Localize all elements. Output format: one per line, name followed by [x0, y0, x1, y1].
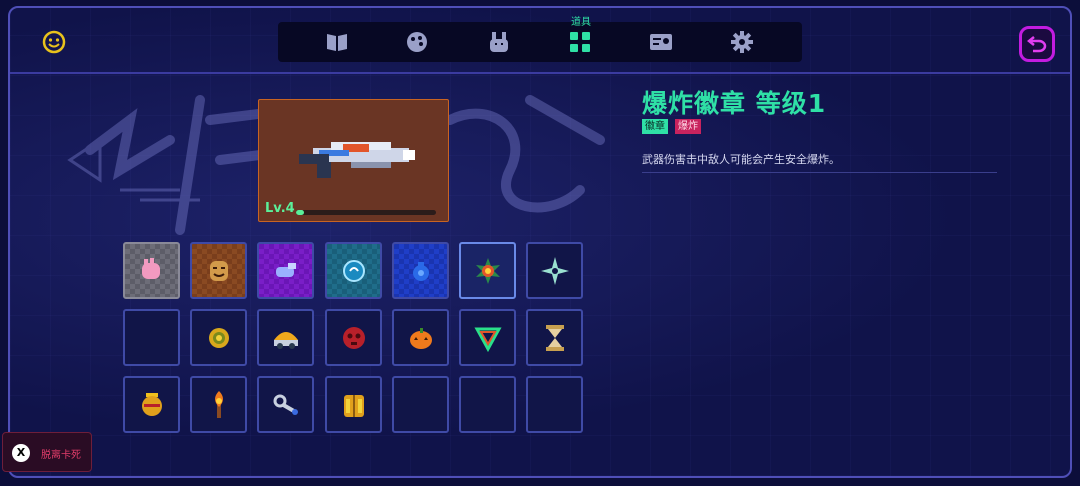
- weapon-level: Lv.4: [265, 201, 295, 216]
- close-icon[interactable]: X: [12, 444, 30, 462]
- description-divider: [642, 172, 997, 173]
- item-slot[interactable]: [392, 309, 449, 366]
- item-slot[interactable]: [459, 242, 516, 299]
- tab-book[interactable]: [317, 22, 357, 62]
- unstuck-label: 脱离卡死: [41, 450, 81, 461]
- red-skull-icon: [342, 326, 365, 349]
- level-progress-fill: [296, 210, 305, 215]
- item-slot[interactable]: [526, 309, 583, 366]
- gloves-icon: [141, 257, 160, 279]
- item-slot[interactable]: [325, 376, 382, 433]
- header-divider: [10, 72, 1070, 74]
- item-slot[interactable]: [526, 242, 583, 299]
- empty-item-slot[interactable]: [526, 376, 583, 433]
- whistle-icon: [275, 262, 296, 277]
- item-slot[interactable]: [325, 309, 382, 366]
- empty-item-slot[interactable]: [123, 309, 180, 366]
- unstuck-button[interactable]: X 脱离卡死: [2, 432, 92, 472]
- torch-icon: [214, 390, 223, 418]
- helmet-icon: [273, 331, 298, 349]
- grid-icon: [570, 32, 590, 52]
- weapon-card[interactable]: Lv.4: [258, 99, 449, 222]
- item-slot[interactable]: [257, 309, 314, 366]
- item-slot[interactable]: [123, 376, 180, 433]
- weapon-gun-image: [299, 142, 415, 178]
- item-slot[interactable]: [190, 309, 247, 366]
- back-arrow-icon: [1027, 36, 1047, 53]
- pumpkin-icon: [409, 327, 432, 349]
- tab-profile[interactable]: [641, 22, 681, 62]
- golden-urn-icon: [141, 392, 162, 416]
- tab-settings[interactable]: [722, 22, 762, 62]
- item-slot[interactable]: [325, 242, 382, 299]
- item-slot[interactable]: [392, 242, 449, 299]
- orb-icon: [342, 259, 365, 282]
- tab-palette[interactable]: [397, 22, 437, 62]
- gear-icon: [731, 31, 753, 53]
- profile-card-icon: [650, 34, 672, 50]
- hourglass-icon: [545, 324, 564, 351]
- level-progress-bar: [296, 210, 436, 215]
- shuriken-icon: [540, 256, 569, 285]
- empty-item-slot[interactable]: [392, 376, 449, 433]
- mask-icon: [209, 260, 228, 281]
- item-slot[interactable]: [459, 309, 516, 366]
- empty-item-slot[interactable]: [459, 376, 516, 433]
- item-slot[interactable]: [123, 242, 180, 299]
- active-tab-label: 道具: [571, 17, 591, 28]
- item-slot[interactable]: [190, 242, 247, 299]
- book-icon: [327, 34, 347, 51]
- item-slot[interactable]: [257, 242, 314, 299]
- sun-amulet-icon: [208, 327, 229, 348]
- triangle-badge-icon: [473, 327, 502, 352]
- pet-icon: [490, 32, 508, 52]
- smiley-icon[interactable]: [42, 30, 66, 54]
- gold-armor-icon: [343, 394, 364, 417]
- item-description: 武器伤害击中敌人可能会产生安全爆炸。: [642, 153, 840, 166]
- tab-items[interactable]: [560, 22, 600, 62]
- explosion-badge-icon: [475, 257, 500, 284]
- palette-icon: [407, 32, 427, 52]
- back-button[interactable]: [1019, 26, 1055, 62]
- tag-explosion: 爆炸: [675, 119, 701, 134]
- item-slot[interactable]: [257, 376, 314, 433]
- tag-badge: 徽章: [642, 119, 668, 134]
- item-slot[interactable]: [190, 376, 247, 433]
- pouch-icon: [412, 261, 429, 281]
- tab-pet[interactable]: [479, 22, 519, 62]
- key-ring-icon: [273, 394, 298, 415]
- tab-bar: [278, 22, 802, 62]
- item-title: 爆炸徽章 等级1: [642, 89, 827, 118]
